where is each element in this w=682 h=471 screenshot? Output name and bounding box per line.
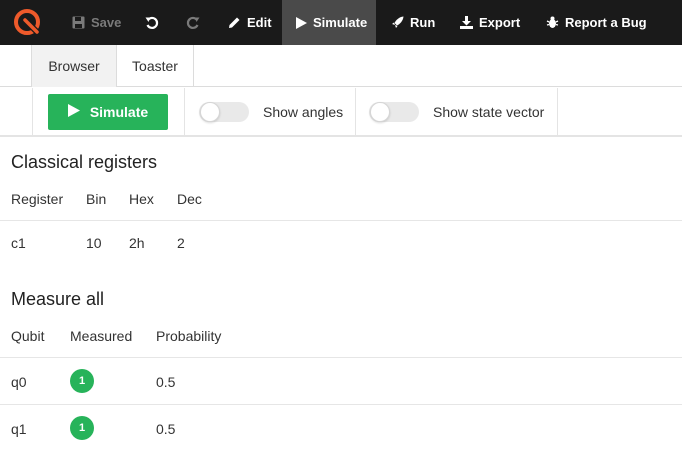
measured-badge: 1	[70, 416, 94, 440]
play-icon	[296, 16, 307, 29]
redo-icon	[186, 16, 200, 30]
floppy-disk-icon	[72, 16, 85, 29]
show-angles-label: Show angles	[263, 104, 344, 120]
simulate-tab-button[interactable]: Simulate	[282, 0, 376, 45]
pencil-icon	[228, 16, 241, 29]
undo-button[interactable]	[145, 0, 159, 45]
run-label: Run	[410, 15, 436, 30]
run-simulation-label: Simulate	[89, 104, 149, 120]
toggle-knob	[200, 102, 220, 122]
register-name: c1	[11, 235, 26, 251]
tab-toaster[interactable]: Toaster	[117, 45, 194, 87]
show-state-vector-toggle[interactable]	[369, 102, 419, 122]
undo-icon	[145, 16, 159, 30]
column-header-measured: Measured	[70, 328, 133, 344]
tab-browser-label: Browser	[48, 58, 100, 74]
edit-button[interactable]: Edit	[228, 0, 272, 45]
redo-button[interactable]	[186, 0, 200, 45]
show-angles-toggle[interactable]	[199, 102, 249, 122]
save-button[interactable]: Save	[72, 0, 121, 45]
report-bug-button[interactable]: Report a Bug	[546, 0, 647, 45]
export-button[interactable]: Export	[460, 0, 520, 45]
app-logo-icon[interactable]	[12, 7, 42, 37]
tab-browser[interactable]: Browser	[32, 45, 117, 87]
measured-badge: 1	[70, 369, 94, 393]
qubit-probability: 0.5	[156, 374, 176, 390]
save-label: Save	[91, 15, 122, 30]
register-hex: 2h	[129, 235, 145, 251]
qubit-probability: 0.5	[156, 421, 176, 437]
download-icon	[460, 16, 473, 29]
column-header-hex: Hex	[129, 191, 154, 207]
rocket-icon	[391, 16, 404, 29]
run-button[interactable]: Run	[391, 0, 435, 45]
column-header-probability: Probability	[156, 328, 222, 344]
register-bin: 10	[86, 235, 102, 251]
table-divider	[0, 404, 682, 405]
column-header-register: Register	[11, 191, 64, 207]
divider	[355, 88, 356, 136]
qubit-name: q0	[11, 374, 27, 390]
run-simulation-button[interactable]: Simulate	[48, 94, 168, 130]
bug-icon	[546, 16, 559, 29]
divider	[184, 88, 185, 136]
show-state-vector-label: Show state vector	[433, 104, 545, 120]
classical-registers-title: Classical registers	[11, 152, 158, 172]
measure-all-title: Measure all	[11, 289, 105, 309]
column-header-qubit: Qubit	[11, 328, 45, 344]
simulate-label: Simulate	[313, 15, 368, 30]
column-header-dec: Dec	[177, 191, 202, 207]
tab-toaster-label: Toaster	[132, 58, 178, 74]
column-header-bin: Bin	[86, 191, 107, 207]
report-bug-label: Report a Bug	[565, 15, 647, 30]
tab-bar-gutter	[0, 45, 32, 87]
export-label: Export	[479, 15, 521, 30]
toggle-knob	[370, 102, 390, 122]
qubit-name: q1	[11, 421, 27, 437]
play-icon	[67, 104, 80, 120]
divider	[32, 88, 33, 136]
edit-label: Edit	[247, 15, 272, 30]
divider	[557, 88, 558, 136]
register-dec: 2	[177, 235, 185, 251]
table-divider	[0, 220, 682, 221]
table-divider	[0, 357, 682, 358]
